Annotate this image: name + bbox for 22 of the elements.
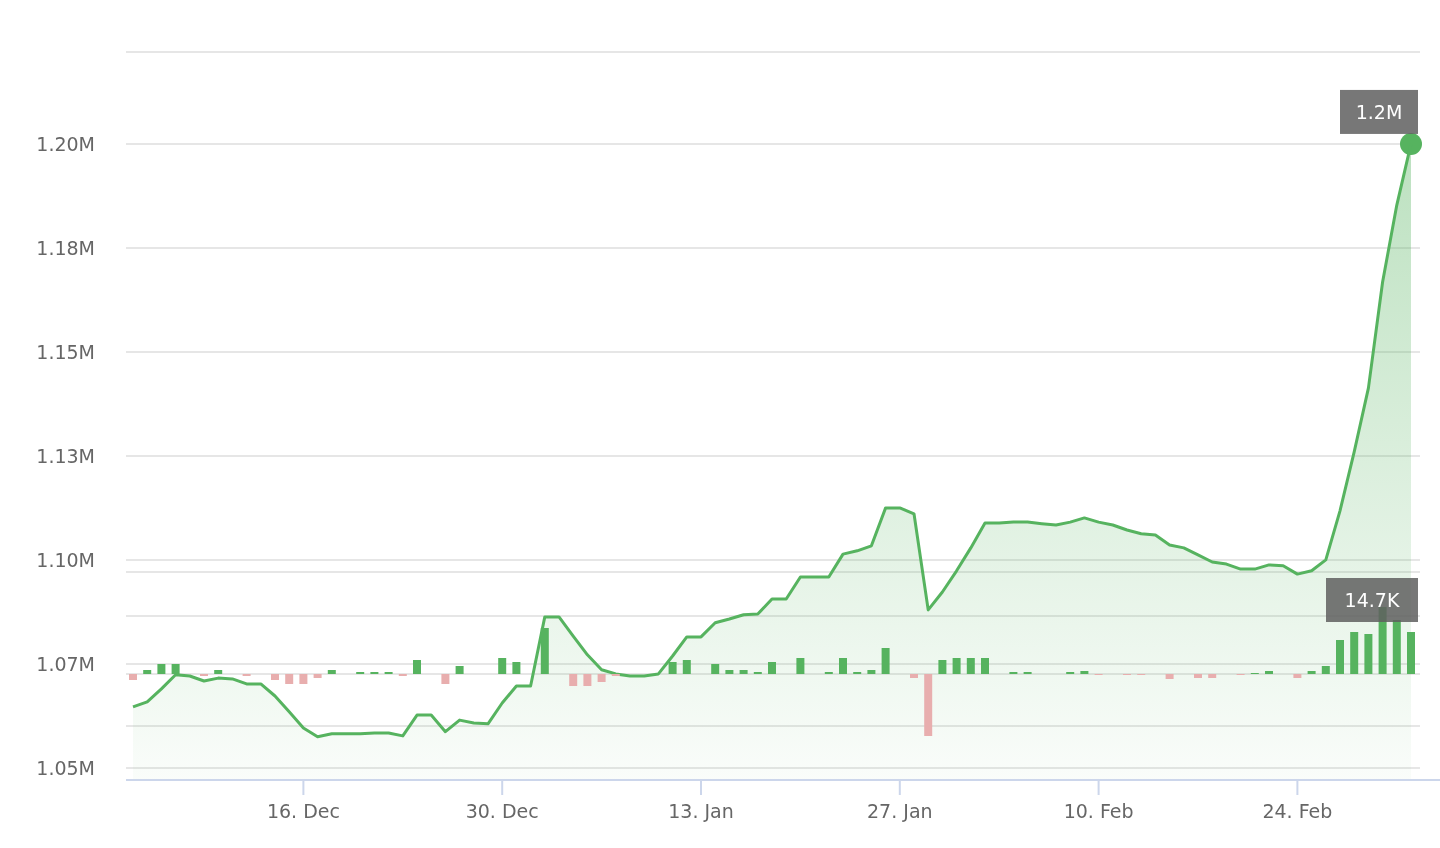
y-tick-label: 1.05M (36, 756, 95, 779)
y-tick-label: 1.18M (36, 236, 95, 259)
volume-value-label: 14.7K (1326, 578, 1418, 622)
tick-mark (1097, 779, 1100, 796)
y-tick-label: 1.07M (36, 652, 95, 675)
x-tick-label: 10. Feb (1063, 800, 1134, 822)
tick-mark (898, 779, 901, 796)
x-tick-label: 27. Jan (867, 800, 933, 822)
x-tick-label: 16. Dec (266, 800, 340, 822)
tick-mark (501, 779, 504, 796)
x-tick-label: 24. Feb (1262, 800, 1333, 822)
y-tick-label: 1.13M (36, 444, 95, 467)
x-tick-label: 30. Dec (465, 800, 539, 822)
y-tick-label: 1.20M (36, 132, 95, 155)
tick-mark (1296, 779, 1299, 796)
tick-mark (700, 779, 702, 796)
y-tick-label: 1.15M (36, 340, 95, 363)
value-label: 1.2M (1340, 89, 1418, 134)
point-marker (1400, 132, 1422, 155)
tick-mark (302, 779, 305, 796)
y-tick-label: 1.10M (36, 548, 95, 571)
x-tick-label: 13. Jan (668, 800, 734, 822)
